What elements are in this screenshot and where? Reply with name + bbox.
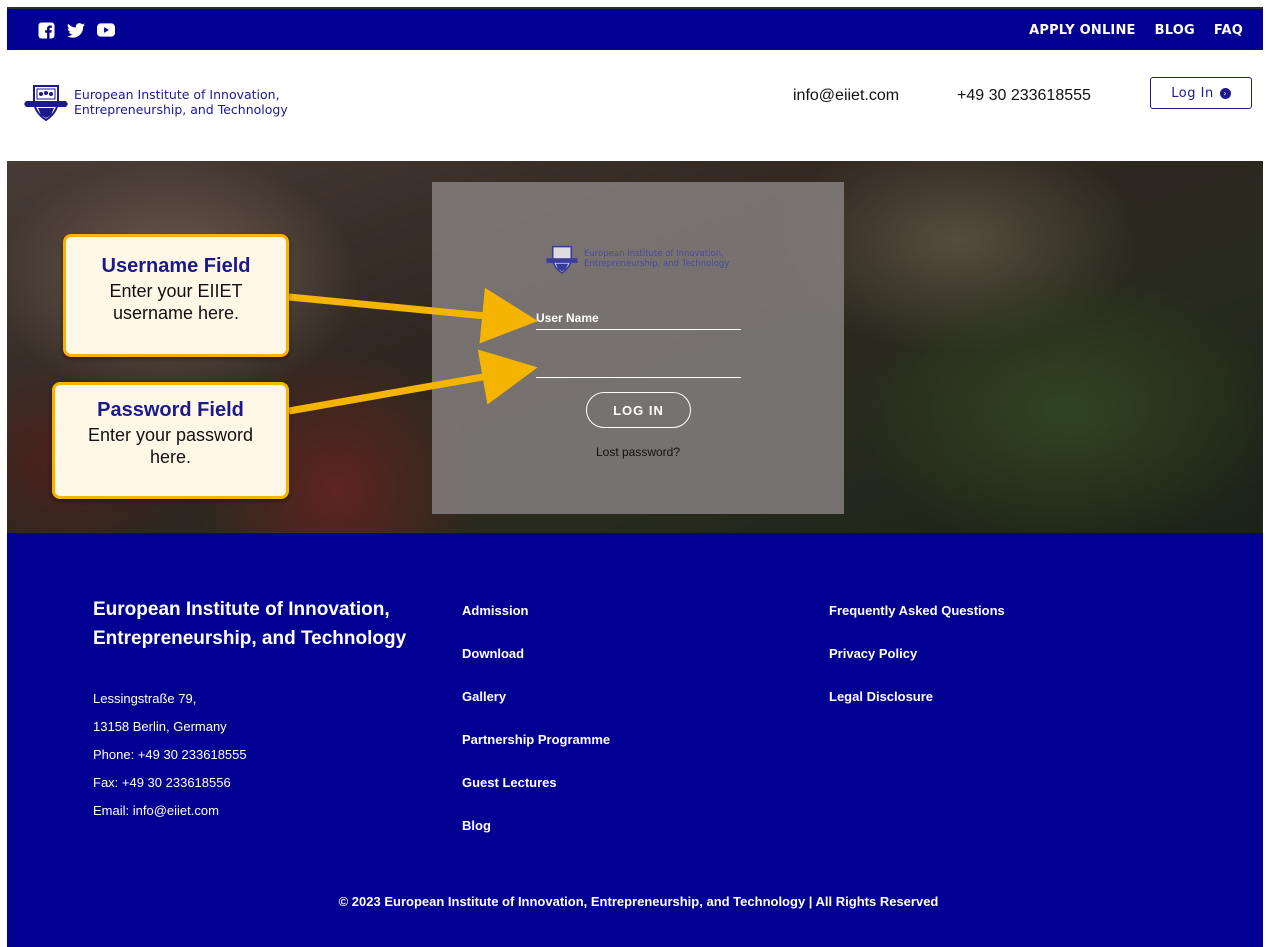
footer-link-legal[interactable]: Legal Disclosure [829,689,1005,707]
password-arrow [288,349,538,415]
header-email[interactable]: info@eiiet.com [793,87,899,105]
header-phone[interactable]: +49 30 233618555 [957,87,1091,105]
username-callout: Username Field Enter your EIIET username… [63,234,289,357]
header-brand[interactable]: European Institute of Innovation, Entrep… [24,80,288,124]
footer-fax: Fax: +49 30 233618556 [93,775,231,790]
site-footer: European Institute of Innovation, Entrep… [7,533,1263,947]
nav-apply-online[interactable]: APPLY ONLINE [1029,23,1136,38]
institute-logo-icon [24,85,68,122]
twitter-icon[interactable] [67,21,85,39]
top-bar: APPLY ONLINE BLOG FAQ [7,7,1263,50]
nav-faq[interactable]: FAQ [1214,23,1243,38]
footer-link-privacy[interactable]: Privacy Policy [829,646,1005,664]
footer-link-blog[interactable]: Blog [462,818,610,836]
window-left-edge [0,0,7,947]
hero-section: European Institute of Innovation, Entrep… [7,161,1263,533]
window-top-strip [0,0,1269,7]
username-callout-line-1: Enter your EIIET [109,281,243,301]
social-links [37,21,115,39]
footer-phone[interactable]: Phone: +49 30 233618555 [93,741,247,769]
header-login-label: Log In [1171,85,1214,101]
password-callout-line-1: Enter your password [87,425,254,445]
top-nav: APPLY ONLINE BLOG FAQ [1029,23,1243,38]
password-callout-line-2: here. [149,447,192,467]
footer-street: Lessingstraße 79, [93,691,197,706]
footer-title-line-2: Entrepreneurship, and Technology [93,628,407,649]
brand-line-1: European Institute of Innovation, [74,87,280,102]
footer-links-col-1: Admission Download Gallery Partnership P… [462,603,610,861]
footer-title: European Institute of Innovation, Entrep… [93,595,406,653]
footer-title-line-1: European Institute of Innovation, [93,599,390,620]
brand-line-2: Entrepreneurship, and Technology [74,102,288,117]
footer-link-guest-lectures[interactable]: Guest Lectures [462,775,610,793]
footer-city: 13158 Berlin, Germany [93,719,227,734]
footer-link-download[interactable]: Download [462,646,610,664]
footer-link-gallery[interactable]: Gallery [462,689,610,707]
youtube-icon[interactable] [97,21,115,39]
window-right-edge [1263,0,1269,947]
password-callout-title: Password Field [97,399,244,421]
username-callout-line-2: username here. [112,303,240,323]
header-login-button[interactable]: Log In › [1150,77,1252,109]
footer-email[interactable]: Email: info@eiiet.com [93,797,247,825]
footer-link-admission[interactable]: Admission [462,603,610,621]
nav-blog[interactable]: BLOG [1155,23,1195,38]
password-callout: Password Field Enter your password here. [52,382,289,499]
chevron-right-circle-icon: › [1219,87,1231,99]
footer-copyright: © 2023 European Institute of Innovation,… [338,894,939,909]
username-callout-title: Username Field [101,255,251,277]
username-arrow [288,287,538,344]
footer-link-partnership[interactable]: Partnership Programme [462,732,610,750]
footer-link-faq[interactable]: Frequently Asked Questions [829,603,1005,621]
header-brand-name: European Institute of Innovation, Entrep… [74,87,288,117]
footer-links-col-2: Frequently Asked Questions Privacy Polic… [829,603,1005,732]
facebook-icon[interactable] [37,21,55,39]
footer-address: Lessingstraße 79, 13158 Berlin, Germany … [93,685,247,825]
site-header: European Institute of Innovation, Entrep… [7,50,1263,161]
